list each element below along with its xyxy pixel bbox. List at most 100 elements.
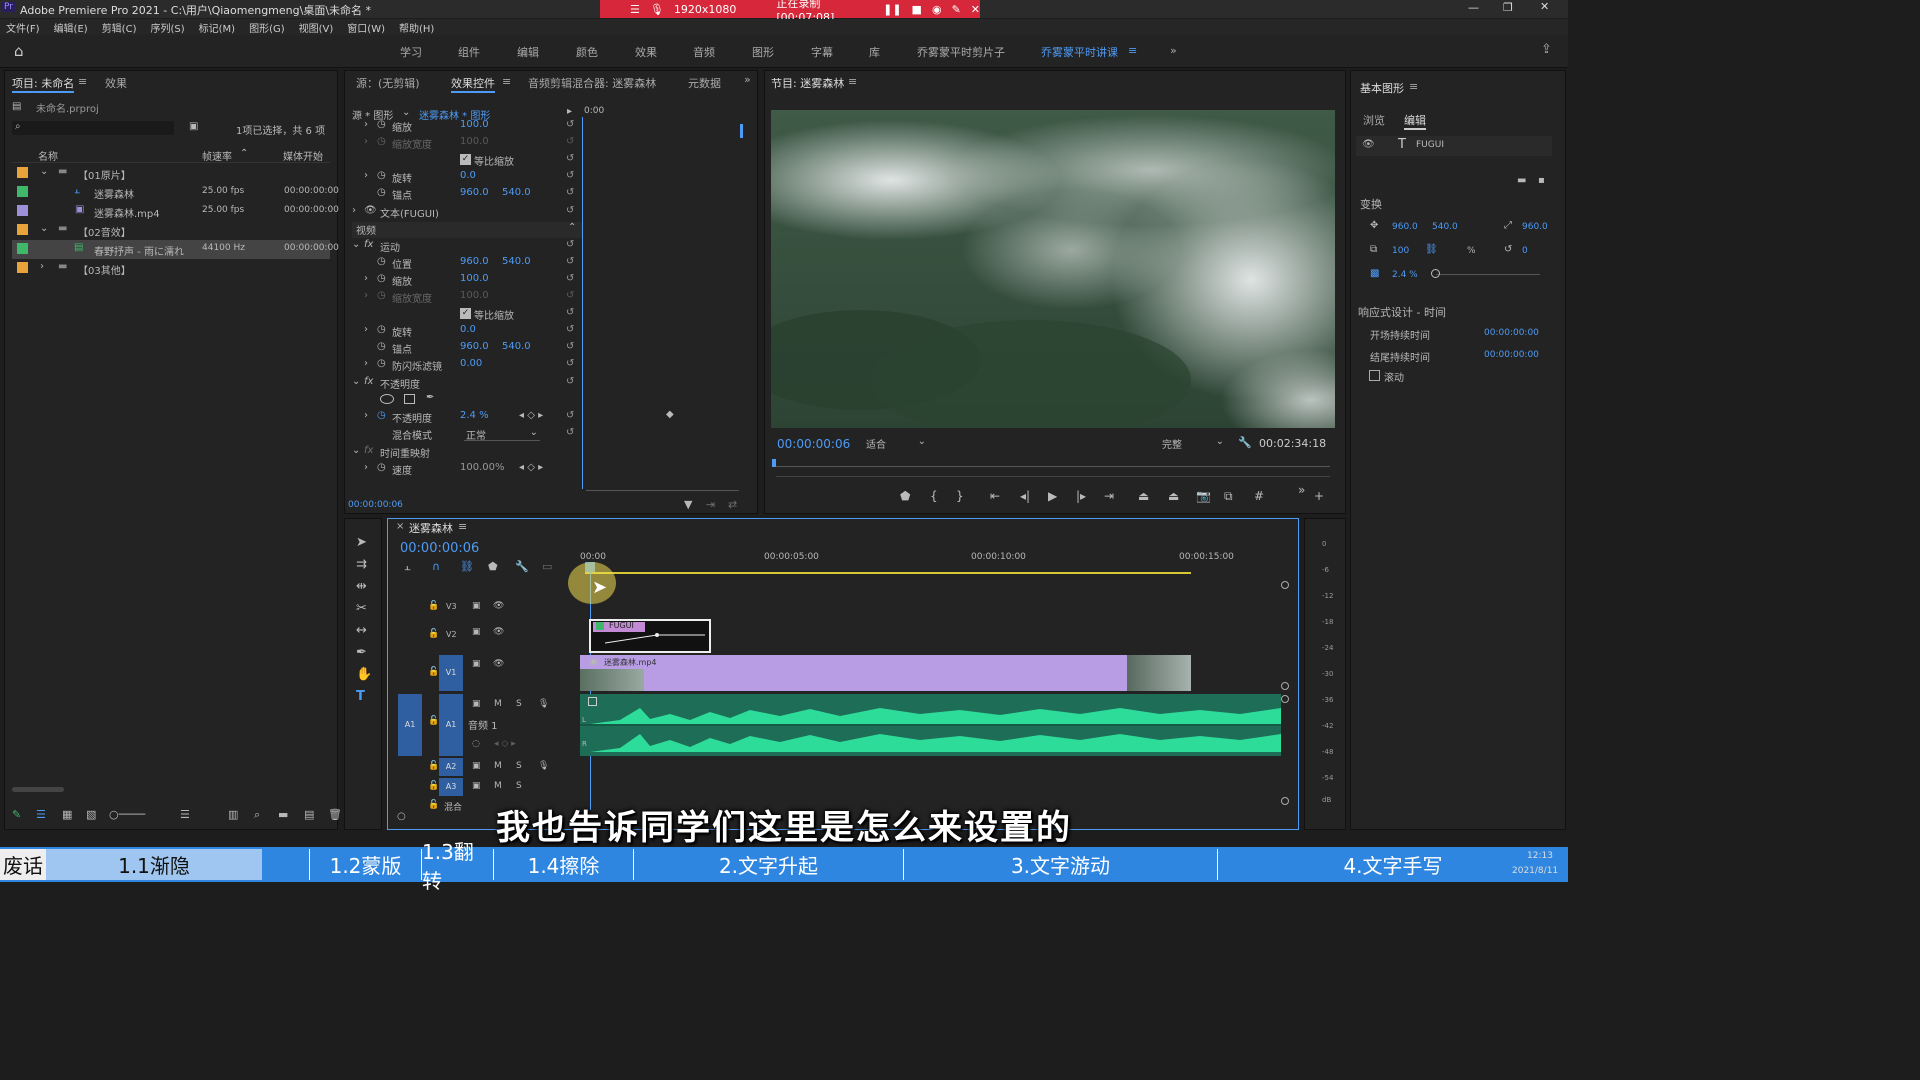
ws-captions[interactable]: 字幕 [811, 44, 833, 60]
grid-icon[interactable]: # [1254, 489, 1264, 503]
add-marker-icon[interactable]: ⬟ [488, 560, 498, 573]
wrench-icon[interactable]: 🔧 [1238, 436, 1252, 449]
menu-edit[interactable]: 编辑(E) [54, 20, 88, 35]
expand-icon[interactable]: › [352, 205, 356, 216]
scroll-handle[interactable] [1281, 581, 1289, 589]
checkbox-checked[interactable]: ✓ [460, 154, 471, 165]
tab-effects[interactable]: 效果 [105, 75, 127, 91]
new-bin-icon[interactable]: ▬ [278, 808, 288, 821]
expand-icon[interactable]: › [364, 410, 368, 421]
opacity-slider[interactable] [1436, 274, 1540, 275]
stopwatch-icon[interactable]: ◷ [377, 341, 386, 352]
opacity-slider-thumb[interactable] [1431, 269, 1440, 278]
sort-icons-icon[interactable]: ☰ [180, 808, 190, 821]
tab-menu-icon[interactable]: ≡ [1409, 80, 1418, 93]
col-name[interactable]: 名称 [38, 148, 58, 163]
extract-icon[interactable]: ⏏ [1168, 489, 1179, 503]
prop-value[interactable]: 0.0 [460, 170, 476, 181]
fx-timecode[interactable]: 00:00:00:06 [348, 500, 403, 510]
prop-value[interactable]: 100.0 [460, 136, 489, 147]
graphics-title[interactable]: 基本图形 [1360, 80, 1404, 96]
home-icon[interactable]: ⌂ [14, 42, 24, 60]
prop-value-y[interactable]: 540.0 [502, 341, 531, 352]
program-title[interactable]: 节目: 迷雾森林 [771, 75, 844, 91]
reset-icon[interactable]: ↺ [566, 376, 574, 387]
expand-icon[interactable]: › [364, 462, 368, 473]
pause-icon[interactable]: ❚❚ [883, 3, 901, 16]
automate-icon[interactable]: ▥ [228, 808, 238, 821]
chapter-item[interactable]: 2.文字升起 [633, 849, 903, 880]
opacity-value[interactable]: 2.4 % [1392, 270, 1418, 280]
horizontal-scrollbar[interactable] [12, 787, 64, 792]
prop-value[interactable]: 2.4 % [460, 410, 489, 421]
keyframe-nav-icon[interactable]: ◂ ◇ ▸ [494, 739, 516, 749]
stop-icon[interactable]: ■ [912, 3, 922, 16]
expand-icon[interactable]: › [364, 170, 368, 181]
mute-button[interactable]: M [494, 781, 502, 791]
track-label[interactable]: A3 [439, 778, 463, 796]
anchor-value[interactable]: 960.0 [1522, 222, 1548, 232]
step-back-icon[interactable]: ◂| [1020, 489, 1030, 503]
fit-select[interactable]: 适合 ⌄ [866, 436, 928, 451]
tab-menu-icon[interactable]: ≡ [78, 75, 87, 88]
toggle-sync-icon[interactable]: ▣ [472, 601, 481, 611]
menu-clip[interactable]: 剪辑(C) [102, 20, 137, 35]
roll-checkbox[interactable] [1369, 370, 1380, 381]
reset-icon[interactable]: ↺ [566, 136, 574, 147]
eye-icon[interactable]: 👁 [493, 627, 504, 637]
scale-value[interactable]: 100 [1392, 246, 1409, 256]
prop-value-y[interactable]: 540.0 [502, 187, 531, 198]
more-workspaces-icon[interactable]: » [1170, 44, 1177, 57]
work-area-bar[interactable] [585, 572, 1191, 574]
menu-graphics[interactable]: 图形(G) [249, 20, 285, 35]
lock-icon[interactable]: 🔓 [428, 716, 439, 726]
reset-icon[interactable]: ↺ [566, 307, 574, 318]
reset-icon[interactable]: ↺ [566, 205, 574, 216]
layer-options-icon[interactable]: ▪ [1538, 175, 1545, 186]
fx-playhead[interactable] [582, 117, 583, 489]
checkbox-checked[interactable]: ✓ [460, 308, 471, 319]
more-controls-icon[interactable]: » [1298, 483, 1305, 497]
scroll-handle[interactable] [1281, 797, 1289, 805]
tab-audio-mixer[interactable]: 音频剪辑混合器: 迷雾森林 [528, 75, 656, 91]
add-button-icon[interactable]: + [1314, 489, 1324, 503]
scroll-handle[interactable] [1281, 682, 1289, 690]
pen-mask-icon[interactable]: ✒ [426, 392, 434, 403]
chevron-down-icon[interactable]: ⌄ [352, 445, 360, 456]
reset-icon[interactable]: ↺ [566, 153, 574, 164]
reset-icon[interactable]: ↺ [566, 290, 574, 301]
position-x[interactable]: 960.0 [1392, 222, 1418, 232]
video-frame[interactable] [771, 110, 1335, 428]
layer-row[interactable]: 👁 T FUGUI [1356, 136, 1552, 156]
expand-icon[interactable]: › [364, 119, 368, 130]
link-icon[interactable]: ⛓ [1425, 244, 1438, 255]
sort-icon[interactable]: ⌃ [240, 148, 248, 159]
menu-file[interactable]: 文件(F) [6, 20, 40, 35]
tab-menu-icon[interactable]: ≡ [848, 75, 857, 88]
prop-value[interactable]: 100.0 [460, 273, 489, 284]
reset-icon[interactable]: ↺ [566, 410, 574, 421]
expand-icon[interactable]: › [364, 290, 368, 301]
program-timecode[interactable]: 00:00:00:06 [777, 437, 850, 451]
toggle-sync-icon[interactable]: ▣ [472, 699, 481, 709]
clip-audio[interactable]: L R [580, 694, 1281, 756]
ws-effects[interactable]: 效果 [635, 44, 657, 60]
eye-icon[interactable]: 👁 [364, 205, 377, 216]
reset-icon[interactable]: ↺ [566, 119, 574, 130]
source-patch-a1[interactable]: A1 [398, 694, 422, 756]
close-icon[interactable]: ✕ [1540, 0, 1549, 13]
chapter-item[interactable]: 废话 [0, 849, 46, 880]
list-item[interactable]: ⫠ 迷雾森林 25.00 fps 00:00:00:00 [12, 183, 339, 202]
eye-icon[interactable]: 👁 [493, 659, 504, 669]
solo-button[interactable]: S [516, 699, 522, 709]
tab-menu-icon[interactable]: ≡ [458, 520, 467, 533]
track-label[interactable]: A2 [439, 758, 463, 776]
chevron-down-icon[interactable]: ⌄ [402, 107, 410, 118]
solo-button[interactable]: S [516, 781, 522, 791]
tab-metadata[interactable]: 元数据 [688, 75, 721, 91]
pen-tool-icon[interactable]: ✒ [356, 642, 372, 664]
nest-icon[interactable]: ⫠ [404, 560, 411, 574]
reset-icon[interactable]: ↺ [566, 187, 574, 198]
ripple-edit-tool-icon[interactable]: ⇹ [356, 576, 372, 598]
captions-icon[interactable]: ▭ [542, 560, 552, 573]
